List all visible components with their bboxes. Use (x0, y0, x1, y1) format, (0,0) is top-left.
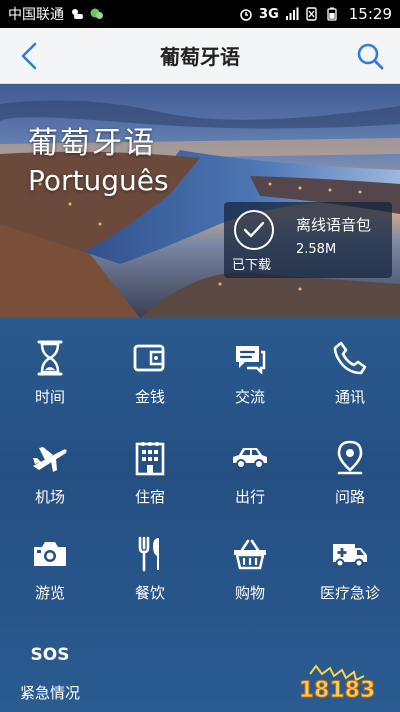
category-label: 机场 (34, 488, 65, 506)
category-directions[interactable]: 问路 (300, 418, 400, 508)
category-telecom[interactable]: 通讯 (300, 318, 400, 408)
status-bar: 中国联通 3G 15:29 (0, 0, 400, 28)
category-money[interactable]: 金钱 (100, 318, 200, 408)
category-grid: 时间 金钱 交流 通讯 机场 住宿 出行 问路 游览 餐饮 购物 医疗急诊 SO… (0, 318, 400, 712)
location-pin-icon (330, 438, 370, 478)
no-sim-icon (306, 7, 317, 21)
category-label: 问路 (334, 488, 365, 506)
carrier-label: 中国联通 (8, 7, 64, 23)
weather-icon (72, 9, 83, 19)
chat-icon (230, 338, 270, 378)
check-circle-icon (234, 210, 274, 250)
category-label: 住宿 (134, 488, 165, 506)
download-status-label: 已下载 (232, 258, 272, 273)
car-icon (230, 438, 270, 478)
category-lodging[interactable]: 住宿 (100, 418, 200, 508)
search-button[interactable] (352, 38, 388, 74)
category-label: 通讯 (334, 388, 365, 406)
category-label: 出行 (234, 488, 265, 506)
hero-title: 葡萄牙语 (28, 126, 156, 161)
camera-icon (30, 534, 70, 574)
hero-banner: 葡萄牙语 Português 已下载 离线语音包 2.58M (0, 84, 400, 318)
chevron-left-icon (21, 42, 37, 70)
category-medical-emergency[interactable]: 医疗急诊 (300, 514, 400, 604)
signal-icon (285, 7, 299, 20)
category-airport[interactable]: 机场 (0, 418, 100, 508)
battery-icon (327, 7, 337, 21)
category-shopping[interactable]: 购物 (200, 514, 300, 604)
page-title: 葡萄牙语 (160, 45, 240, 69)
airplane-icon (30, 438, 70, 478)
nav-bar: 葡萄牙语 (0, 28, 400, 84)
wallet-icon (130, 338, 170, 378)
category-communication[interactable]: 交流 (200, 318, 300, 408)
watermark-logo: 18183 (298, 664, 376, 702)
hourglass-icon (30, 338, 70, 378)
back-button[interactable] (12, 38, 48, 74)
category-label: 时间 (34, 388, 65, 406)
voice-pack-size: 2.58M (296, 242, 337, 257)
offline-voice-pack-card[interactable]: 已下载 离线语音包 2.58M (224, 202, 392, 278)
shopping-basket-icon (230, 534, 270, 574)
category-label: 购物 (234, 584, 265, 602)
svg-text:SOS: SOS (31, 645, 70, 665)
alarm-icon (240, 9, 252, 21)
search-icon (357, 43, 384, 70)
category-label: 游览 (34, 584, 65, 602)
category-label: 交流 (234, 388, 265, 406)
phone-icon (330, 338, 370, 378)
hero-subtitle: Português (28, 164, 169, 197)
category-label: 金钱 (134, 388, 165, 406)
category-label: 餐饮 (134, 584, 165, 602)
category-transport[interactable]: 出行 (200, 418, 300, 508)
sos-icon: SOS (30, 634, 70, 674)
svg-text:18183: 18183 (299, 678, 376, 702)
ambulance-icon (330, 534, 370, 574)
voice-pack-name: 离线语音包 (296, 216, 372, 234)
wechat-icon (90, 8, 103, 19)
category-label: 医疗急诊 (319, 584, 380, 602)
network-type-label: 3G (259, 6, 279, 22)
hotel-icon (130, 438, 170, 478)
category-label: 紧急情况 (19, 684, 80, 702)
clock: 15:29 (348, 5, 392, 23)
category-sightseeing[interactable]: 游览 (0, 514, 100, 604)
category-dining[interactable]: 餐饮 (100, 514, 200, 604)
category-emergency[interactable]: SOS 紧急情况 (0, 614, 100, 704)
fork-knife-icon (130, 534, 170, 574)
category-time[interactable]: 时间 (0, 318, 100, 408)
